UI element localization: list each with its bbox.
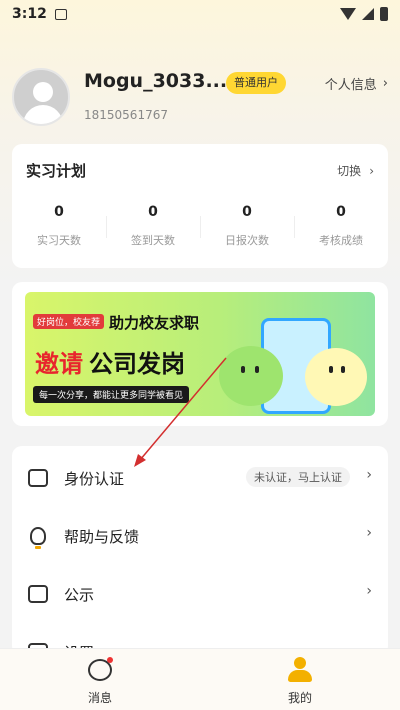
unread-dot [107,657,113,663]
menu-item-label: 身份认证 [64,470,125,488]
tab-messages[interactable]: 消息 [0,649,200,710]
profile-header: Mogu_3033... 普通用户 18150561767 个人信息 › [12,68,388,130]
menu-list: 身份认证 未认证，马上认证 › 帮助与反馈 › 公示 › 设置 [12,446,388,662]
personal-info-label: 个人信息 [324,78,377,93]
menu-item-identity-verification[interactable]: 身份认证 未认证，马上认证 › [12,449,388,507]
user-level-badge: 普通用户 [226,72,286,94]
stat-daily-report-count[interactable]: 0 日报次数 [200,204,294,248]
wifi-icon [340,8,356,20]
banner-headline: 助力校友求职 [109,314,200,332]
status-time: 3:12 [12,6,47,22]
stat-assessment-score[interactable]: 0 考核成绩 [294,204,388,248]
user-icon [288,657,312,683]
stat-label: 实习天数 [37,234,81,247]
tab-label: 消息 [87,691,112,705]
bottom-tab-bar: 消息 我的 [0,648,400,710]
menu-item-label: 公示 [64,586,95,604]
stat-checkin-days[interactable]: 0 签到天数 [106,204,200,248]
banner-subtitle: 每一次分享，都能让更多同学被看见 [33,386,190,403]
stat-label: 日报次数 [225,234,269,247]
phone-number: 18150561767 [84,108,168,122]
id-card-icon [28,469,48,487]
promo-banner-card: 好岗位，校友荐 助力校友求职 邀请 公司发岗 每一次分享，都能让更多同学被看见 [12,282,388,426]
chevron-right-icon: › [382,76,388,91]
lightbulb-icon [30,527,46,549]
verification-status-badge: 未认证，马上认证 [246,467,350,487]
menu-item-help-feedback[interactable]: 帮助与反馈 › [12,507,388,565]
chevron-right-icon: › [366,467,372,483]
chevron-right-icon: › [369,163,374,178]
clipboard-icon [28,585,48,603]
banner-headline-2: 公司发岗 [89,350,185,378]
tab-label: 我的 [287,691,312,705]
promo-banner[interactable]: 好岗位，校友荐 助力校友求职 邀请 公司发岗 每一次分享，都能让更多同学被看见 [25,292,375,416]
menu-item-label: 帮助与反馈 [64,528,140,546]
battery-icon [380,7,388,21]
stat-label: 考核成绩 [319,234,363,247]
plan-switch-label: 切换 [337,164,362,178]
status-icons [340,7,388,21]
username: Mogu_3033... [84,70,228,92]
plan-switch-button[interactable]: 切换 › [337,162,374,179]
chevron-right-icon: › [366,583,372,599]
menu-item-public-notice[interactable]: 公示 › [12,565,388,623]
stat-value: 0 [148,204,158,220]
mascot-yellow [305,348,367,406]
internship-plan-card: 实习计划 切换 › 0 实习天数 0 签到天数 0 日报次数 0 考核成绩 [12,144,388,268]
stat-label: 签到天数 [131,234,175,247]
banner-highlight: 邀请 [35,350,83,378]
mascot-green [219,346,283,406]
stat-value: 0 [336,204,346,220]
chevron-right-icon: › [366,525,372,541]
stat-value: 0 [54,204,64,220]
plan-title: 实习计划 [26,162,87,180]
banner-tag: 好岗位，校友荐 [33,314,105,329]
avatar[interactable] [12,68,70,126]
image-notification-icon [54,8,67,20]
tab-mine[interactable]: 我的 [200,649,400,710]
stat-value: 0 [242,204,252,220]
status-bar: 3:12 [0,0,400,28]
plan-stats: 0 实习天数 0 签到天数 0 日报次数 0 考核成绩 [12,204,388,248]
stat-internship-days[interactable]: 0 实习天数 [12,204,106,248]
personal-info-link[interactable]: 个人信息 › [325,74,388,93]
signal-icon [362,8,374,20]
